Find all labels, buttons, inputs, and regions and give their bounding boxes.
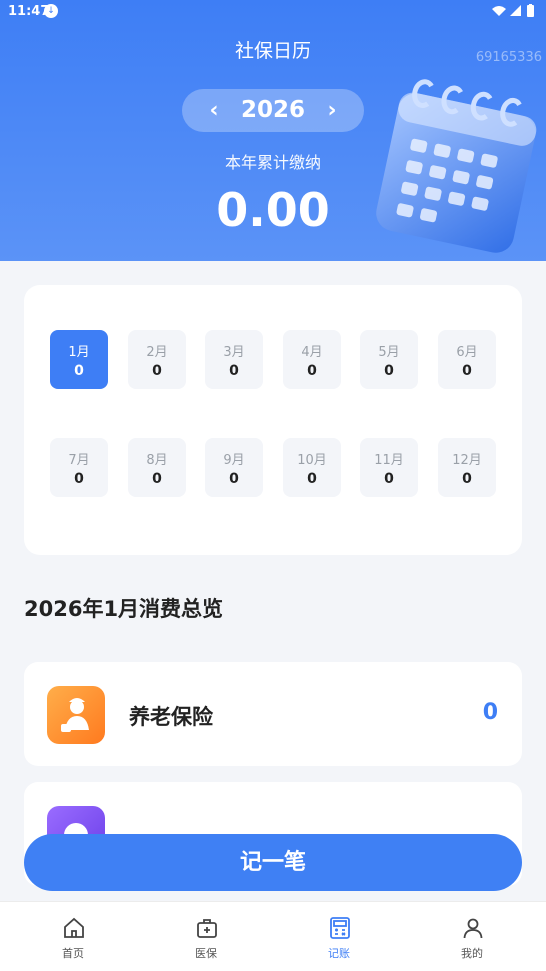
user-icon xyxy=(463,918,483,939)
month-grid-card: 1月 0 2月 0 3月 0 4月 0 5月 0 6月 0 7月 0 8月 0 … xyxy=(24,285,522,555)
nav-item-home[interactable]: 首页 xyxy=(5,902,141,971)
nav-item-medical[interactable]: 医保 xyxy=(138,902,274,971)
pension-worker-icon xyxy=(47,686,105,744)
nav-item-accounting[interactable]: 记账 xyxy=(271,902,407,971)
nav-label-medical: 医保 xyxy=(195,947,217,960)
nav-label-profile: 我的 xyxy=(461,947,483,960)
nav-label-home: 首页 xyxy=(62,947,84,960)
month-cell-7[interactable]: 7月 0 xyxy=(50,438,108,497)
header-banner: 11:47 ↓ 社保日历 69165336 ‹ 2026 › 本年累计缴纳 0.… xyxy=(0,0,546,261)
status-bar: 11:47 ↓ xyxy=(0,0,546,24)
home-icon xyxy=(64,917,84,938)
calendar-illustration-icon xyxy=(376,79,537,253)
chevron-right-icon[interactable]: › xyxy=(312,89,352,132)
year-value: 2026 xyxy=(240,97,305,123)
month-cell-12[interactable]: 12月 0 xyxy=(438,438,496,497)
bottom-nav: 首页 医保 记账 我的 xyxy=(0,901,546,971)
item-value: 0 xyxy=(482,700,498,725)
month-cell-2[interactable]: 2月 0 xyxy=(128,330,186,389)
pension-insurance-item[interactable]: 养老保险 0 xyxy=(24,662,522,766)
month-cell-3[interactable]: 3月 0 xyxy=(205,330,263,389)
watermark-id: 69165336 xyxy=(475,50,542,65)
month-cell-11[interactable]: 11月 0 xyxy=(360,438,418,497)
year-selector: ‹ 2026 › xyxy=(182,89,364,132)
page-title: 社保日历 xyxy=(234,40,311,62)
month-cell-8[interactable]: 8月 0 xyxy=(128,438,186,497)
month-cell-6[interactable]: 6月 0 xyxy=(438,330,496,389)
signal-battery-icon xyxy=(492,4,534,17)
month-cell-5[interactable]: 5月 0 xyxy=(360,330,418,389)
medical-kit-icon xyxy=(197,919,217,938)
download-icon: ↓ xyxy=(44,4,58,18)
month-cell-9[interactable]: 9月 0 xyxy=(205,438,263,497)
nav-item-profile[interactable]: 我的 xyxy=(404,902,540,971)
month-cell-1[interactable]: 1月 0 xyxy=(50,330,108,389)
month-cell-10[interactable]: 10月 0 xyxy=(283,438,341,497)
item-label: 养老保险 xyxy=(129,705,213,729)
calculator-icon xyxy=(330,917,350,939)
month-cell-4[interactable]: 4月 0 xyxy=(283,330,341,389)
nav-label-accounting: 记账 xyxy=(328,947,350,960)
overview-title: 2026年1月消费总览 xyxy=(24,597,224,621)
record-button[interactable]: 记一笔 xyxy=(24,834,522,891)
